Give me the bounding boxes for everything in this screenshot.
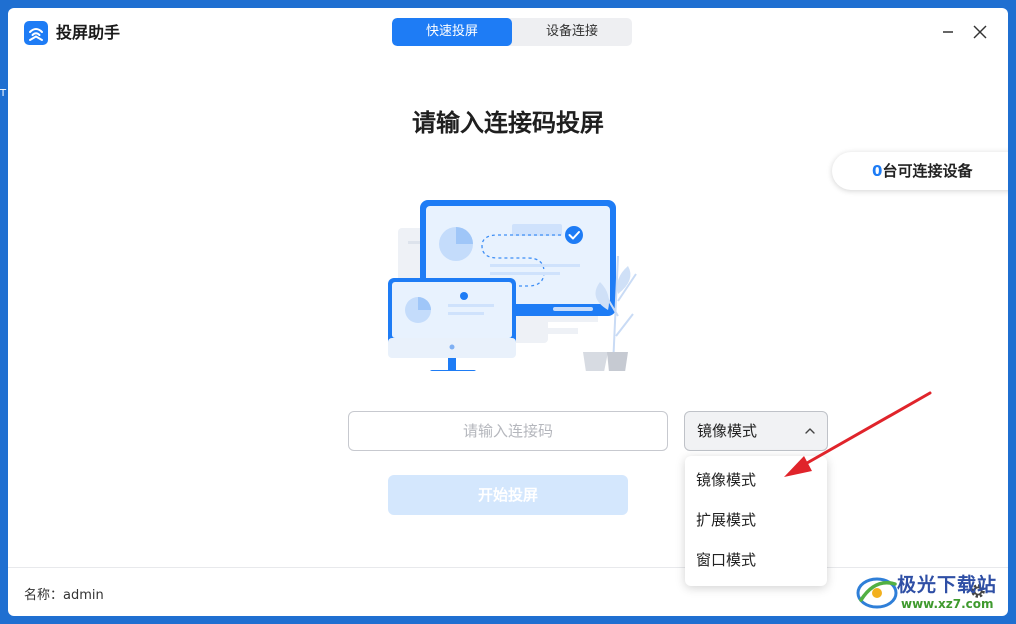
start-cast-button[interactable]: 开始投屏 — [388, 475, 628, 515]
annotation-arrow — [784, 391, 932, 477]
watermark-url: www.xz7.com — [901, 597, 994, 611]
device-count: 0 — [872, 162, 883, 180]
device-name-label: 名称：admin — [24, 588, 104, 603]
page-title: 请输入连接码投屏 — [412, 109, 604, 137]
available-devices-badge[interactable]: 0台可连接设备 — [832, 152, 1008, 190]
app-window: 投屏助手 快速投屏 设备连接 请输入连接码投屏 0台可连接设备 请输入连接码 镜… — [8, 8, 1008, 616]
tab-device-connect[interactable]: 设备连接 — [512, 18, 632, 46]
watermark-logo-icon — [856, 577, 898, 609]
mode-option-extend[interactable]: 扩展模式 — [685, 500, 827, 540]
app-title: 投屏助手 — [56, 23, 121, 42]
desktop-edge-text: T — [0, 88, 7, 99]
watermark-title: 极光下载站 — [897, 574, 998, 596]
mode-option-window[interactable]: 窗口模式 — [685, 540, 827, 580]
close-icon[interactable] — [970, 22, 990, 42]
minimize-icon[interactable] — [938, 22, 958, 42]
screen-cast-illustration — [388, 200, 637, 371]
mode-tabs: 快速投屏 设备连接 — [392, 18, 632, 46]
device-count-label: 台可连接设备 — [882, 162, 973, 180]
watermark: 极光下载站 www.xz7.com — [855, 568, 1015, 618]
tab-quick-cast[interactable]: 快速投屏 — [392, 18, 512, 46]
connect-code-input[interactable] — [348, 411, 668, 451]
mode-select-value: 镜像模式 — [697, 422, 758, 440]
app-logo-icon — [24, 21, 48, 45]
